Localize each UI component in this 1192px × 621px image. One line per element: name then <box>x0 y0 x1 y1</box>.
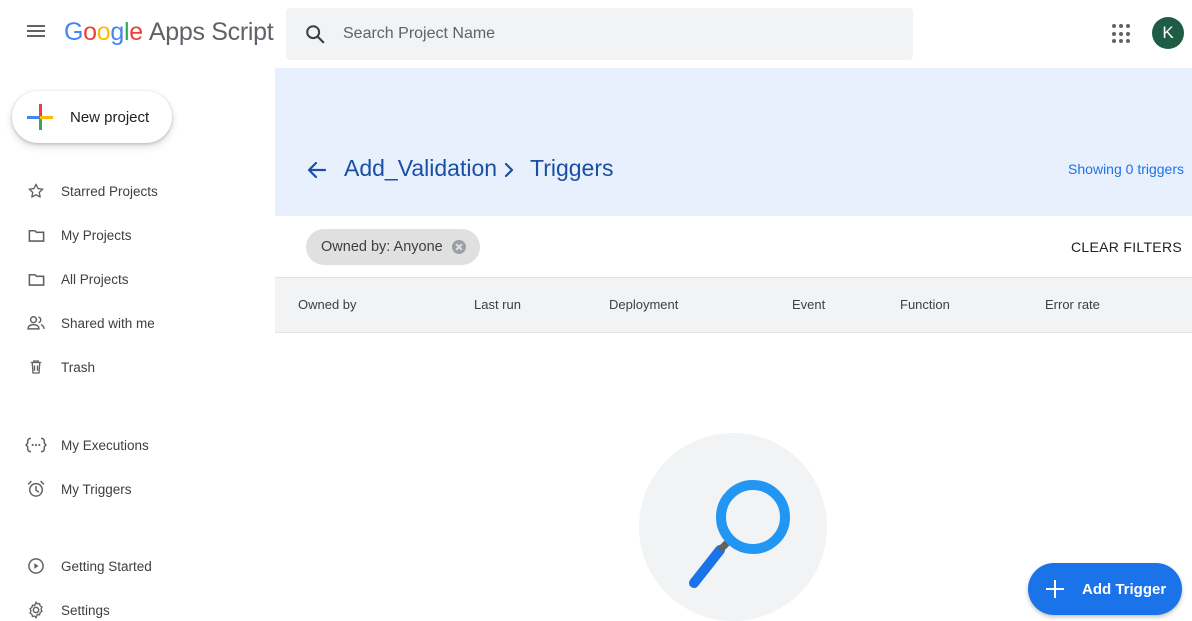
gear-icon <box>25 599 47 621</box>
add-trigger-button[interactable]: Add Trigger <box>1028 563 1182 615</box>
folder-icon <box>25 224 47 246</box>
sidebar-item-settings[interactable]: Settings <box>0 592 270 621</box>
breadcrumb-current-page: Triggers <box>530 155 614 181</box>
magnifying-glass-icon <box>689 480 790 588</box>
apps-script-triggers-page: GoogleApps Script K New project Starred … <box>0 0 1192 621</box>
play-circle-icon <box>25 555 47 577</box>
sidebar-item-starred-projects[interactable]: Starred Projects <box>0 173 270 209</box>
sidebar-item-label: My Triggers <box>61 481 132 497</box>
alarm-clock-icon <box>25 478 47 500</box>
new-project-label: New project <box>70 108 150 126</box>
trash-icon <box>25 356 47 378</box>
sidebar-item-label: All Projects <box>61 271 129 287</box>
sidebar-item-label: Settings <box>61 602 110 618</box>
filter-chip-label: Owned by: Anyone <box>321 239 443 255</box>
column-header-error-rate[interactable]: Error rate <box>1045 297 1100 312</box>
people-icon <box>25 312 47 334</box>
sidebar-item-my-executions[interactable]: My Executions <box>0 427 270 463</box>
google-apps-script-logo[interactable]: Google Apps Script <box>64 18 274 47</box>
sidebar-item-label: My Executions <box>61 437 149 453</box>
new-project-button[interactable]: New project <box>12 91 172 143</box>
sidebar-item-all-projects[interactable]: All Projects <box>0 261 270 297</box>
column-header-last-run[interactable]: Last run <box>474 297 521 312</box>
account-avatar[interactable]: K <box>1152 17 1184 49</box>
sidebar-item-label: Getting Started <box>61 558 152 574</box>
main-menu-icon[interactable] <box>24 22 48 46</box>
trigger-count-text: Showing 0 triggers <box>1068 161 1184 177</box>
sidebar-item-label: My Projects <box>61 227 132 243</box>
owned-by-filter-chip[interactable]: Owned by: Anyone <box>306 229 480 265</box>
back-arrow-icon[interactable] <box>305 158 329 182</box>
triggers-table-header: Owned by Last run Deployment Event Funct… <box>275 277 1192 333</box>
sidebar-item-my-projects[interactable]: My Projects <box>0 217 270 253</box>
clear-filters-button[interactable]: CLEAR FILTERS <box>1071 239 1182 255</box>
sidebar-item-trash[interactable]: Trash <box>0 349 270 385</box>
sidebar-item-label: Trash <box>61 359 96 375</box>
project-banner <box>275 68 1192 216</box>
column-header-function[interactable]: Function <box>900 297 950 312</box>
avatar-letter: K <box>1162 23 1174 42</box>
plus-icon <box>1046 580 1064 598</box>
search-input[interactable] <box>343 25 843 43</box>
column-header-owned-by[interactable]: Owned by <box>298 297 357 312</box>
colored-plus-icon <box>27 104 53 130</box>
search-icon[interactable] <box>304 23 326 45</box>
sidebar-item-my-triggers[interactable]: My Triggers <box>0 471 270 507</box>
sidebar-item-label: Shared with me <box>61 315 155 331</box>
remove-filter-icon[interactable] <box>451 240 466 254</box>
chevron-right-icon <box>504 162 514 178</box>
folder-icon <box>25 268 47 290</box>
column-header-deployment[interactable]: Deployment <box>609 297 678 312</box>
executions-icon <box>25 434 47 456</box>
star-icon <box>25 180 47 202</box>
column-header-event[interactable]: Event <box>792 297 825 312</box>
sidebar-item-getting-started[interactable]: Getting Started <box>0 548 270 584</box>
breadcrumb-project-link[interactable]: Add_Validation <box>344 155 497 182</box>
google-apps-icon[interactable] <box>1112 24 1132 44</box>
add-trigger-label: Add Trigger <box>1082 580 1167 598</box>
top-bar: GoogleApps Script K <box>0 0 1192 68</box>
sidebar-item-label: Starred Projects <box>61 183 158 199</box>
sidebar-item-shared-with-me[interactable]: Shared with me <box>0 305 270 341</box>
search-bar <box>286 8 913 60</box>
